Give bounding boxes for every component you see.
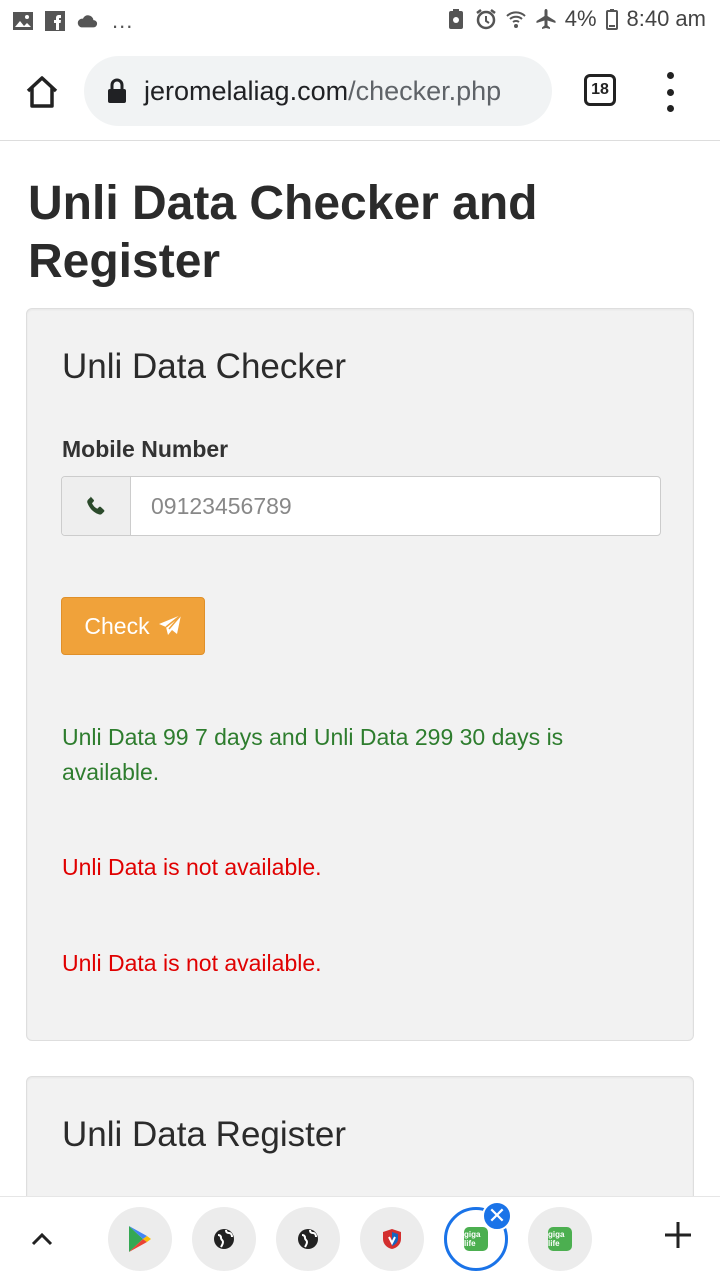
url-domain: jeromelaliag.com (144, 75, 349, 106)
checker-title: Unli Data Checker (62, 347, 346, 386)
tab-globe-1[interactable] (192, 1207, 256, 1271)
tab-switcher-button[interactable]: 18 (584, 74, 616, 106)
notification-overflow: ... (112, 8, 134, 33)
tab-globe-2[interactable] (276, 1207, 340, 1271)
url-text: jeromelaliag.com/checker.php (144, 76, 501, 107)
facebook-icon (45, 11, 65, 31)
globe-icon (214, 1229, 234, 1249)
chevron-up-icon[interactable] (30, 1227, 54, 1251)
mobile-input-group (61, 476, 661, 536)
url-path: /checker.php (348, 75, 502, 106)
mobile-number-label: Mobile Number (62, 436, 229, 462)
checker-card: Unli Data Checker Mobile Number Check Un… (26, 308, 694, 1041)
status-bar: ... 4% 8:40 am (0, 0, 720, 44)
gigalife-app-icon: giga life (464, 1227, 488, 1251)
mobile-number-input[interactable] (131, 477, 660, 535)
globe-icon (298, 1229, 318, 1249)
address-bar[interactable]: jeromelaliag.com/checker.php (84, 56, 552, 126)
close-tab-icon[interactable]: ✕ (482, 1201, 512, 1231)
tab-gigalife[interactable]: giga life (528, 1207, 592, 1271)
tab-shield-site[interactable] (360, 1207, 424, 1271)
battery-icon (605, 9, 618, 30)
lock-icon (108, 78, 126, 103)
browser-toolbar: jeromelaliag.com/checker.php 18 (0, 44, 720, 141)
gigalife-app-icon: giga life (548, 1227, 572, 1251)
paper-plane-icon (158, 614, 182, 635)
overflow-menu-icon[interactable] (660, 72, 680, 112)
battery-percent: 4% (564, 6, 597, 31)
clock: 8:40 am (626, 6, 707, 31)
home-icon[interactable] (24, 74, 60, 110)
result-message-unavailable: Unli Data is not available. (62, 854, 322, 880)
page-title: Unli Data Checker and Register (28, 177, 538, 288)
shield-icon (383, 1229, 401, 1249)
tab-strip: giga life ✕ giga life (0, 1196, 720, 1281)
tab-play-store[interactable] (108, 1207, 172, 1271)
phone-icon (87, 496, 105, 515)
play-store-icon (129, 1226, 151, 1252)
battery-saver-icon (448, 9, 463, 29)
wifi-icon (506, 11, 526, 28)
cloud-icon (77, 15, 98, 28)
alarm-icon (475, 9, 496, 30)
check-button[interactable]: Check (61, 597, 205, 655)
check-button-label: Check (84, 612, 150, 639)
result-message-unavailable: Unli Data is not available. (62, 950, 322, 976)
airplane-mode-icon (536, 9, 556, 29)
new-tab-icon[interactable] (662, 1219, 694, 1251)
phone-addon (62, 477, 131, 535)
gallery-icon (13, 12, 33, 30)
register-title: Unli Data Register (62, 1115, 346, 1154)
result-message-available: Unli Data 99 7 days and Unli Data 299 30… (62, 724, 564, 785)
